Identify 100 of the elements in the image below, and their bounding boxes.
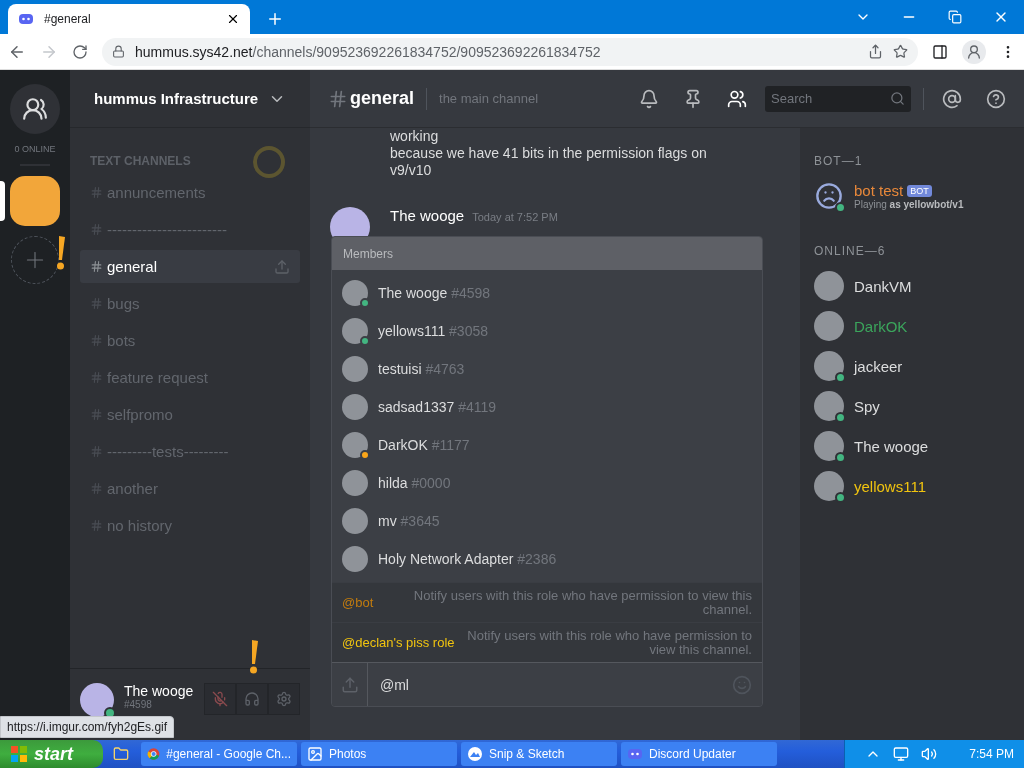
- restore-icon[interactable]: [948, 10, 962, 24]
- lock-icon: [112, 45, 125, 58]
- pin-icon[interactable]: [683, 88, 703, 109]
- avatar: [814, 271, 844, 301]
- taskbar-item[interactable]: Photos: [301, 742, 457, 766]
- role-description: Notify users with this role who have permission to view this channel.: [466, 628, 752, 657]
- server-icon[interactable]: [10, 176, 60, 226]
- message-input[interactable]: @ml: [368, 676, 732, 693]
- role-name: @declan's piss role: [342, 635, 455, 650]
- avatar: [814, 431, 844, 461]
- avatar: [342, 508, 368, 534]
- member-name[interactable]: yellows111: [854, 477, 926, 495]
- member-name: Holy Network Adapter #2386: [378, 551, 557, 567]
- hash-icon: [90, 519, 103, 532]
- message-text: because we have 41 bits in the permission flags on v9/v10: [390, 145, 708, 179]
- member-activity: Playing as yellowbot/v1: [854, 199, 964, 210]
- members-icon[interactable]: [727, 88, 747, 109]
- channel-topic: the main channel: [439, 91, 540, 106]
- member-name[interactable]: jackeer: [854, 357, 903, 375]
- online-count: 0 ONLINE: [14, 144, 56, 154]
- avatar: [342, 470, 368, 496]
- member-name: DarkOK #1177: [378, 437, 470, 453]
- member-name[interactable]: DarkOK: [854, 317, 908, 335]
- member-suggestion[interactable]: mv #3645: [332, 502, 762, 540]
- avatar: [814, 311, 844, 341]
- taskbar-item[interactable]: #general - Google Ch...: [141, 742, 297, 766]
- settings-button[interactable]: [268, 683, 300, 715]
- address-bar[interactable]: hummus.sys42.net/channels/909523692261834752/909523692261834752: [102, 37, 918, 66]
- avatar: [342, 394, 368, 420]
- status-url: https://i.imgur.com/fyh2gEs.gif: [0, 716, 175, 738]
- clock: 7:54 PM: [969, 747, 1014, 761]
- member-name[interactable]: Spy: [854, 397, 880, 415]
- folder-icon: [113, 746, 129, 762]
- role-description: Notify users with this role who have permission to view this channel.: [412, 588, 752, 617]
- share-icon[interactable]: [868, 44, 883, 59]
- avatar: [342, 432, 368, 458]
- member-name: testuisi #4763: [378, 361, 465, 377]
- member-suggestion[interactable]: yellows111 #3058: [332, 312, 762, 350]
- bot-badge: BOT: [907, 184, 932, 197]
- hash-icon: [90, 334, 103, 347]
- member-name[interactable]: DankVM: [854, 277, 912, 295]
- volume-icon[interactable]: [921, 746, 937, 762]
- user-name: The wooge: [124, 683, 194, 699]
- role-name: @bot: [342, 595, 374, 610]
- role-suggestion[interactable]: @bot Notify users with this role who have permission to view this channel.: [332, 582, 762, 622]
- picture-icon: [307, 746, 323, 762]
- help-icon[interactable]: [986, 88, 1006, 109]
- member-name[interactable]: bot test: [854, 182, 904, 199]
- member-suggestion[interactable]: hilda #0000: [332, 464, 762, 502]
- member-suggestion[interactable]: DarkOK #1177: [332, 426, 762, 464]
- friends-button[interactable]: [10, 84, 60, 134]
- avatar: [342, 546, 368, 572]
- star-icon[interactable]: [893, 44, 908, 59]
- tab-title: #general: [44, 12, 92, 26]
- profile-avatar[interactable]: [962, 39, 986, 64]
- member-name: The wooge #4598: [378, 285, 491, 301]
- network-icon[interactable]: [893, 746, 909, 762]
- avatar: [814, 351, 844, 381]
- muted-microphone-icon: [212, 691, 228, 707]
- taskbar-item[interactable]: Discord Updater: [621, 742, 777, 766]
- close-icon[interactable]: [226, 12, 240, 26]
- exclamation-icon: [56, 236, 66, 270]
- member-name: mv #3645: [378, 513, 440, 529]
- message-text: working: [390, 128, 440, 145]
- member-suggestion[interactable]: sadsad1337 #4119: [332, 388, 762, 426]
- taskbar-item[interactable]: Snip & Sketch: [461, 742, 617, 766]
- member-section-heading: ONLINE—6: [814, 244, 887, 258]
- browser-tab[interactable]: #general: [8, 4, 250, 34]
- browser-logo-icon: [147, 746, 161, 762]
- mute-button[interactable]: [204, 683, 236, 715]
- search-field[interactable]: Search: [765, 85, 911, 112]
- channel-title: general: [350, 88, 415, 109]
- new-tab-icon[interactable]: [266, 10, 284, 28]
- hash-icon: [90, 408, 103, 421]
- side-panel-icon[interactable]: [932, 43, 948, 60]
- reload-icon[interactable]: [72, 43, 88, 60]
- bell-icon[interactable]: [639, 88, 659, 109]
- member-section-heading: BOT—1: [814, 154, 864, 168]
- member-suggestion[interactable]: testuisi #4763: [332, 350, 762, 388]
- hash-icon: [90, 297, 103, 310]
- hash-icon: [90, 186, 103, 199]
- message-author: The wooge: [390, 207, 465, 224]
- exclamation-icon: [249, 640, 259, 674]
- member-name[interactable]: The wooge: [854, 437, 929, 455]
- hash-icon: [90, 371, 103, 384]
- member-suggestion[interactable]: Holy Network Adapter #2386: [332, 540, 762, 578]
- ring-icon: [252, 145, 286, 179]
- hash-icon: [90, 260, 103, 273]
- avatar: [342, 318, 368, 344]
- server-name[interactable]: hummus Infrastructure: [94, 90, 259, 107]
- message-time: Today at 7:52 PM: [472, 211, 558, 223]
- member-suggestion[interactable]: The wooge #4598: [332, 274, 762, 312]
- headphones-button[interactable]: [236, 683, 268, 715]
- hash-icon: [90, 223, 103, 236]
- channel-item[interactable]: general: [80, 250, 300, 283]
- role-suggestion[interactable]: @declan's piss role Notify users with this role who have permission to view this channel.: [332, 622, 762, 662]
- hash-icon: [90, 445, 103, 458]
- mentions-icon[interactable]: [942, 88, 962, 109]
- settings-icon: [276, 691, 292, 707]
- popup-title: Members: [332, 237, 762, 270]
